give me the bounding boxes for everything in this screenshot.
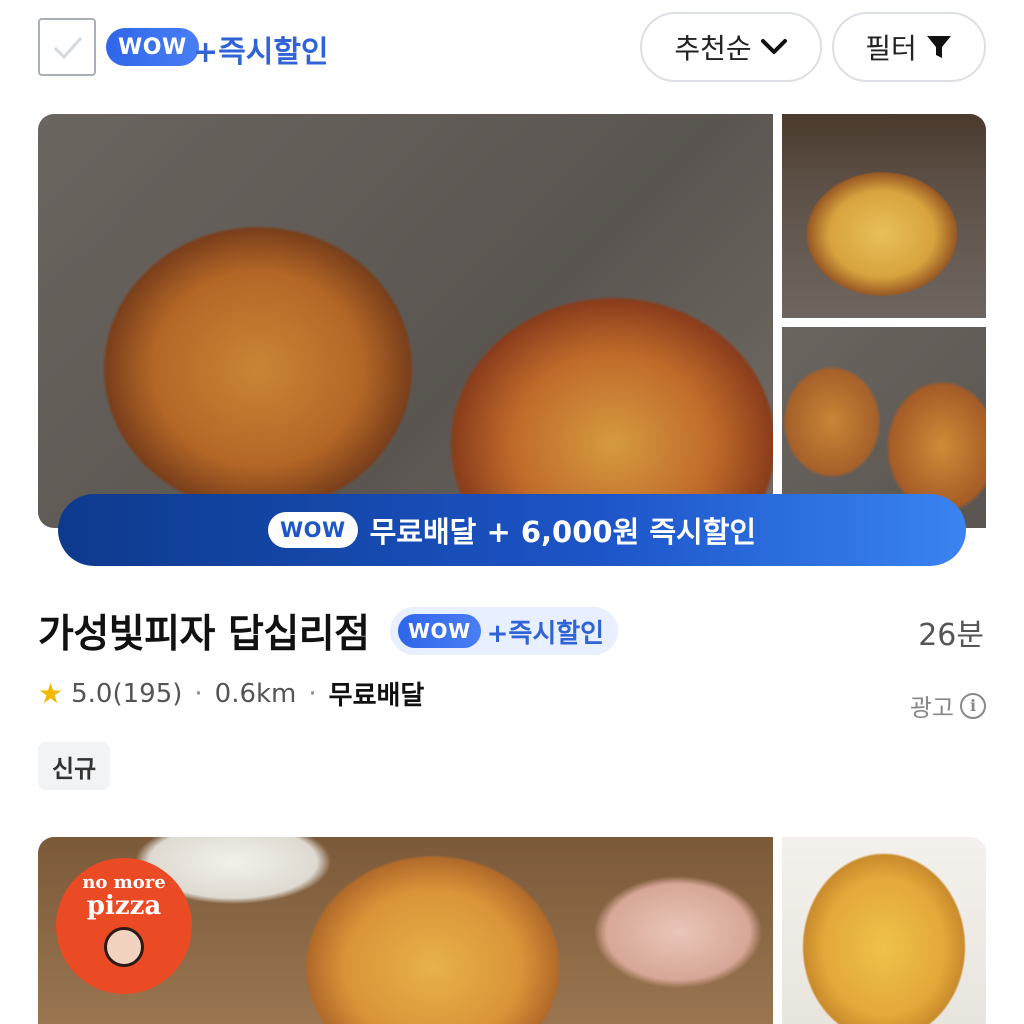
star-icon: ★ xyxy=(38,677,64,710)
distance: 0.6km xyxy=(214,678,297,709)
sort-label: 추천순 xyxy=(674,32,752,65)
delivery-time: 26분 xyxy=(918,618,984,653)
store-main-photo[interactable] xyxy=(38,114,773,528)
store-meta: ★ 5.0 (195) · 0.6km · 무료배달 xyxy=(38,675,424,712)
info-icon[interactable]: i xyxy=(960,692,986,719)
logo-text-line2: pizza xyxy=(86,891,162,921)
promo-text: 무료배달 + 6,000원 즉시할인 xyxy=(369,515,757,549)
chevron-down-icon xyxy=(760,39,787,54)
sort-dropdown[interactable]: 추천순 xyxy=(640,12,822,82)
rating-value: 5.0 xyxy=(71,678,113,709)
delivery-fee: 무료배달 xyxy=(328,681,425,711)
store-side-photo-top[interactable] xyxy=(782,114,986,318)
separator-dot: · xyxy=(194,678,203,709)
wow-filter-checkbox[interactable] xyxy=(38,18,96,76)
wow-badge: WOW xyxy=(106,28,199,66)
store-name[interactable]: 가성빛피자 답십리점 xyxy=(38,603,370,659)
check-icon xyxy=(53,36,83,60)
discount-badge-text: +즉시할인 xyxy=(486,618,605,649)
filter-icon xyxy=(926,36,951,58)
separator-dot: · xyxy=(308,678,317,709)
store-logo: no more pizza xyxy=(56,858,192,994)
ad-text: 광고 xyxy=(909,694,954,722)
wow-discount-badge: WOW +즉시할인 xyxy=(390,607,619,655)
logo-text-line1: no more xyxy=(82,872,166,893)
filter-button[interactable]: 필터 xyxy=(832,12,986,82)
review-count: (195) xyxy=(112,678,183,709)
wow-badge: WOW xyxy=(267,512,358,548)
filter-bar: WOW +즉시할인 추천순 필터 xyxy=(0,0,1024,96)
ad-label[interactable]: 광고 i xyxy=(910,688,986,723)
wow-promo-banner: WOW 무료배달 + 6,000원 즉시할인 xyxy=(58,494,966,566)
filter-label: 필터 xyxy=(865,32,917,65)
instant-discount-label[interactable]: +즉시할인 xyxy=(193,27,329,71)
logo-mascot xyxy=(104,927,144,967)
wow-badge: WOW xyxy=(398,614,481,648)
store-side-photo-top[interactable] xyxy=(782,837,986,1024)
new-store-tag: 신규 xyxy=(38,742,111,790)
